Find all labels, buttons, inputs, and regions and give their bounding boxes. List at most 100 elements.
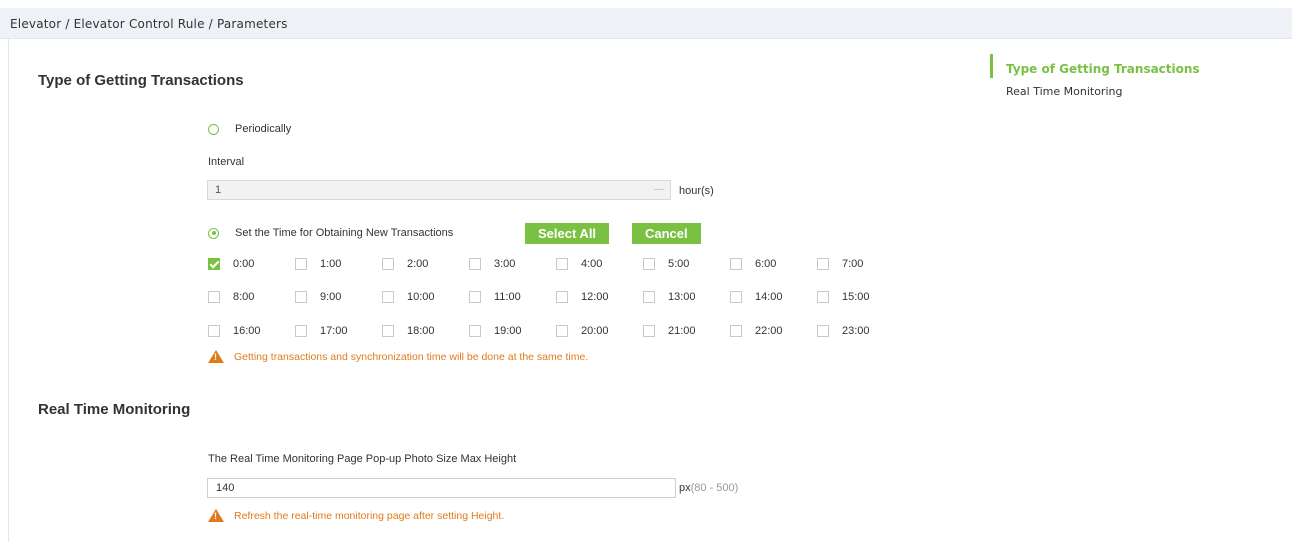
hour-checkbox[interactable]	[817, 258, 829, 270]
hour-checkbox[interactable]	[469, 258, 481, 270]
hour-label: 2:00	[407, 258, 429, 270]
hour-option[interactable]: 17:00	[295, 325, 348, 337]
hour-option[interactable]: 22:00	[730, 325, 783, 337]
height-unit-range: px(80 - 500)	[679, 482, 738, 494]
hour-option[interactable]: 3:00	[469, 258, 515, 270]
hour-label: 19:00	[494, 325, 522, 337]
hour-checkbox[interactable]	[208, 258, 220, 270]
hour-option[interactable]: 13:00	[643, 291, 696, 303]
max-height-input[interactable]: 140	[207, 478, 676, 498]
hour-checkbox[interactable]	[556, 258, 568, 270]
periodically-option[interactable]: Periodically	[208, 123, 291, 135]
hour-label: 4:00	[581, 258, 603, 270]
section-title-monitoring: Real Time Monitoring	[38, 401, 191, 418]
anchor-link-transactions[interactable]: Type of Getting Transactions	[1006, 62, 1200, 76]
hour-option[interactable]: 1:00	[295, 258, 341, 270]
interval-label: Interval	[208, 156, 245, 168]
sync-warning: ! Getting transactions and synchronizati…	[208, 350, 588, 363]
interval-select[interactable]: 1 —	[207, 180, 671, 200]
interval-unit: hour(s)	[679, 185, 714, 197]
hour-option[interactable]: 4:00	[556, 258, 602, 270]
hour-option[interactable]: 0:00	[208, 258, 254, 270]
refresh-warning: ! Refresh the real-time monitoring page …	[208, 509, 504, 522]
hour-option[interactable]: 19:00	[469, 325, 522, 337]
hour-option[interactable]: 14:00	[730, 291, 783, 303]
set-time-label: Set the Time for Obtaining New Transacti…	[235, 227, 454, 239]
hour-label: 3:00	[494, 258, 516, 270]
select-all-button[interactable]: Select All	[525, 223, 610, 244]
hour-checkbox[interactable]	[643, 325, 655, 337]
breadcrumb-bar: Elevator / Elevator Control Rule / Param…	[0, 8, 1292, 39]
hour-option[interactable]: 7:00	[817, 258, 863, 270]
hour-checkbox[interactable]	[469, 325, 481, 337]
sync-warning-text: Getting transactions and synchronization…	[234, 350, 589, 363]
set-time-option[interactable]: Set the Time for Obtaining New Transacti…	[208, 227, 453, 239]
periodically-radio[interactable]	[208, 123, 219, 135]
hour-checkbox[interactable]	[643, 291, 655, 303]
hour-checkbox[interactable]	[382, 325, 394, 337]
hour-label: 13:00	[668, 291, 696, 303]
height-unit: px	[679, 482, 691, 494]
hour-checkbox[interactable]	[208, 291, 220, 303]
hour-option[interactable]: 23:00	[817, 325, 870, 337]
hour-label: 8:00	[233, 291, 255, 303]
hour-label: 17:00	[320, 325, 348, 337]
hour-checkbox[interactable]	[817, 325, 829, 337]
hour-option[interactable]: 6:00	[730, 258, 776, 270]
hour-label: 0:00	[233, 258, 255, 270]
hour-checkbox[interactable]	[817, 291, 829, 303]
hour-checkbox[interactable]	[469, 291, 481, 303]
hour-option[interactable]: 20:00	[556, 325, 609, 337]
hour-option[interactable]: 10:00	[382, 291, 435, 303]
section-title-transactions: Type of Getting Transactions	[38, 72, 244, 89]
hour-label: 1:00	[320, 258, 342, 270]
hour-option[interactable]: 8:00	[208, 291, 254, 303]
hour-option[interactable]: 9:00	[295, 291, 341, 303]
hour-label: 21:00	[668, 325, 696, 337]
hour-checkbox[interactable]	[556, 291, 568, 303]
hour-label: 10:00	[407, 291, 435, 303]
hour-label: 15:00	[842, 291, 870, 303]
hour-checkbox[interactable]	[295, 325, 307, 337]
hour-label: 11:00	[494, 291, 521, 303]
hour-option[interactable]: 5:00	[643, 258, 689, 270]
cancel-button[interactable]: Cancel	[632, 223, 701, 244]
hour-option[interactable]: 2:00	[382, 258, 428, 270]
hour-label: 12:00	[581, 291, 609, 303]
hour-option[interactable]: 15:00	[817, 291, 870, 303]
hour-checkbox[interactable]	[643, 258, 655, 270]
interval-value: 1	[215, 184, 222, 196]
hour-checkbox[interactable]	[730, 325, 742, 337]
hour-label: 6:00	[755, 258, 777, 270]
warning-icon: !	[208, 350, 224, 363]
anchor-nav-indicator	[990, 54, 993, 78]
hour-option[interactable]: 12:00	[556, 291, 609, 303]
anchor-link-monitoring[interactable]: Real Time Monitoring	[1006, 85, 1122, 98]
hour-option[interactable]: 18:00	[382, 325, 435, 337]
hour-checkbox[interactable]	[295, 258, 307, 270]
hour-checkbox[interactable]	[208, 325, 220, 337]
refresh-warning-text: Refresh the real-time monitoring page af…	[234, 509, 505, 522]
hour-checkbox[interactable]	[382, 291, 394, 303]
periodically-label: Periodically	[235, 123, 292, 135]
hour-label: 14:00	[755, 291, 783, 303]
photo-size-label: The Real Time Monitoring Page Pop-up Pho…	[208, 453, 517, 465]
hour-checkbox[interactable]	[556, 325, 568, 337]
set-time-radio[interactable]	[208, 227, 219, 239]
height-range: (80 - 500)	[690, 482, 739, 494]
breadcrumb: Elevator / Elevator Control Rule / Param…	[10, 17, 288, 31]
hour-checkbox[interactable]	[730, 291, 742, 303]
hour-option[interactable]: 21:00	[643, 325, 696, 337]
hour-label: 7:00	[842, 258, 864, 270]
hour-label: 18:00	[407, 325, 435, 337]
hour-checkbox[interactable]	[295, 291, 307, 303]
hour-label: 22:00	[755, 325, 783, 337]
hour-label: 9:00	[320, 291, 342, 303]
hour-label: 16:00	[233, 325, 261, 337]
warning-icon: !	[208, 509, 224, 522]
hour-checkbox[interactable]	[382, 258, 394, 270]
hour-checkbox[interactable]	[730, 258, 742, 270]
hour-label: 20:00	[581, 325, 609, 337]
hour-option[interactable]: 11:00	[469, 291, 521, 303]
hour-option[interactable]: 16:00	[208, 325, 261, 337]
